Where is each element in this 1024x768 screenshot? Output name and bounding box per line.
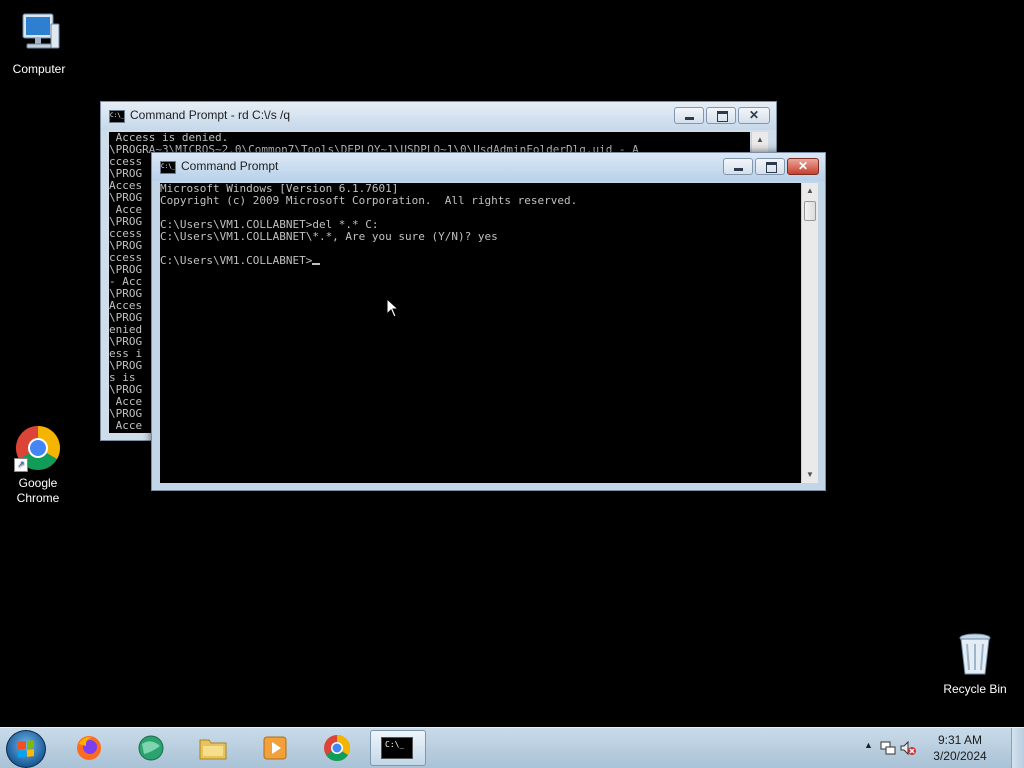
globe-icon — [136, 734, 166, 762]
chrome-icon — [322, 734, 352, 762]
cmd-icon: C:\_ — [381, 737, 413, 759]
window-title: Command Prompt - rd C:\/s /q — [130, 108, 291, 122]
title-bar[interactable]: C:\_ Command Prompt ✕ — [152, 153, 825, 181]
show-desktop-button[interactable] — [1011, 728, 1024, 768]
taskbar: C:\_ ▲ 9:31 AM 3/20/2024 — [0, 727, 1024, 768]
window-title: Command Prompt — [181, 159, 279, 173]
console-output[interactable]: Microsoft Windows [Version 6.1.7601] Copy… — [160, 183, 801, 483]
desktop-icon-recycle-bin[interactable]: Recycle Bin — [937, 630, 1013, 697]
maximize-icon — [766, 162, 777, 173]
close-icon: ✕ — [748, 108, 760, 122]
system-tray: ▲ 9:31 AM 3/20/2024 — [854, 728, 1024, 768]
console-line: C:\Users\VM1.COLLABNET> — [160, 255, 801, 267]
close-button[interactable]: ✕ — [738, 107, 770, 124]
taskbar-network-app[interactable] — [124, 730, 178, 766]
front-command-prompt-window[interactable]: C:\_ Command Prompt ✕ Microsoft Windows … — [151, 152, 826, 491]
maximize-icon — [717, 111, 728, 122]
cmd-icon-text: C:\_ — [385, 740, 405, 749]
taskbar-media-player[interactable] — [248, 730, 302, 766]
play-icon — [260, 734, 290, 762]
vertical-scrollbar[interactable]: ▲ ▼ — [801, 183, 818, 483]
minimize-icon — [685, 117, 694, 120]
clock-time: 9:31 AM — [937, 733, 983, 747]
desktop-icon-computer[interactable]: Computer — [1, 10, 77, 77]
taskbar-file-explorer[interactable] — [186, 730, 240, 766]
desktop-icon-label: Computer — [12, 62, 66, 76]
folder-icon — [198, 734, 228, 762]
chrome-icon: ↗ — [14, 424, 62, 472]
taskbar-firefox[interactable] — [62, 730, 116, 766]
start-button[interactable] — [6, 730, 46, 768]
desktop-icon-label: Recycle Bin — [943, 682, 1007, 696]
close-button[interactable]: ✕ — [787, 158, 819, 175]
scroll-thumb[interactable] — [804, 201, 816, 221]
text-cursor — [312, 263, 321, 265]
computer-icon — [15, 10, 63, 58]
shortcut-arrow-icon: ↗ — [14, 458, 28, 472]
console-line: C:\Users\VM1.COLLABNET\*.*, Are you sure… — [160, 230, 498, 243]
network-icon[interactable] — [880, 740, 896, 761]
recycle-bin-icon — [951, 630, 999, 678]
minimize-button[interactable] — [723, 158, 753, 175]
desktop-icon-label: Google Chrome — [16, 476, 60, 505]
clock-date: 3/20/2024 — [933, 749, 987, 763]
cmd-icon: C:\_ — [109, 110, 125, 123]
cmd-icon: C:\_ — [160, 161, 176, 174]
maximize-button[interactable] — [755, 158, 785, 175]
title-bar[interactable]: C:\_ Command Prompt - rd C:\/s /q ✕ — [101, 102, 776, 130]
scroll-up-icon[interactable]: ▲ — [802, 183, 818, 199]
minimize-button[interactable] — [674, 107, 704, 124]
show-hidden-icons-icon[interactable]: ▲ — [864, 740, 873, 750]
maximize-button[interactable] — [706, 107, 736, 124]
console-line: Copyright (c) 2009 Microsoft Corporation… — [160, 194, 578, 207]
volume-muted-icon[interactable] — [900, 740, 916, 761]
minimize-icon — [734, 168, 743, 171]
firefox-icon — [74, 734, 104, 762]
close-icon: ✕ — [797, 159, 809, 173]
scroll-down-icon[interactable]: ▼ — [802, 467, 818, 483]
scroll-up-icon[interactable]: ▲ — [752, 132, 768, 148]
desktop-icon-chrome[interactable]: ↗ Google Chrome — [0, 424, 76, 506]
windows-logo-icon — [18, 740, 34, 758]
clock[interactable]: 9:31 AM 3/20/2024 — [920, 732, 1000, 764]
taskbar-command-prompt[interactable]: C:\_ — [370, 730, 426, 766]
taskbar-chrome[interactable] — [310, 730, 364, 766]
